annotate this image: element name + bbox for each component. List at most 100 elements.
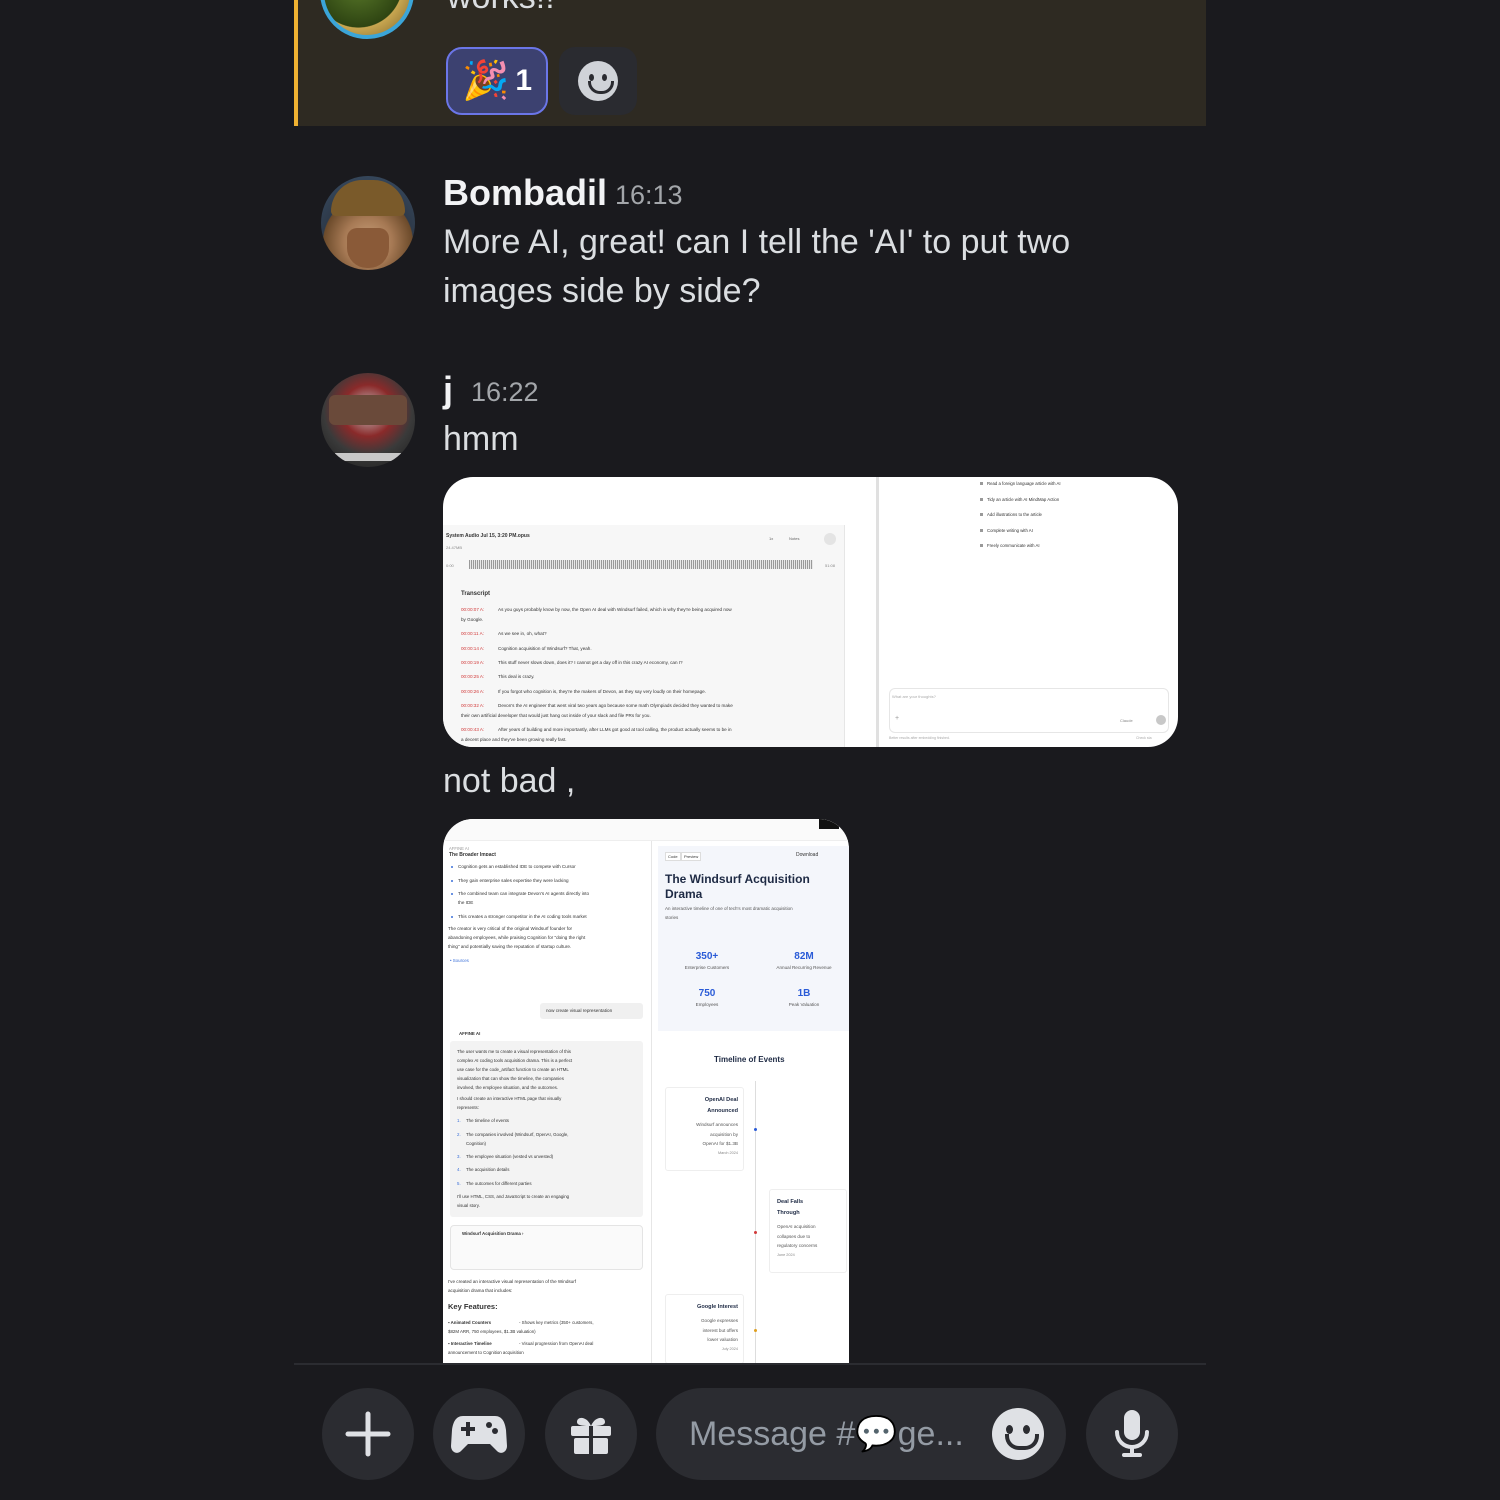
menu-item-icon (980, 482, 983, 485)
voice-message-button[interactable] (1086, 1388, 1178, 1480)
event-title: Google Interest (696, 1304, 738, 1310)
transcript-timestamp[interactable]: 00:00:19 A: (461, 660, 484, 665)
image-attachment-transcript[interactable]: System Audio Jul 15, 3:20 PM.opus 24.47M… (443, 477, 1178, 747)
play-icon[interactable] (824, 533, 836, 545)
event-date: March 2024 (717, 1150, 738, 1155)
add-reaction-icon (578, 61, 618, 101)
model-selector[interactable]: Claude (1120, 718, 1133, 723)
event-desc: regulatory concerns (777, 1243, 818, 1248)
bullet-dot (451, 893, 453, 895)
ai-menu-item[interactable]: Read a foreign language article with AI (987, 481, 1061, 486)
message-text-line: More AI, great! can I tell the 'AI' to p… (443, 223, 1071, 261)
feature-title: ▪ Animated Counters (448, 1320, 492, 1325)
waveform[interactable] (469, 560, 813, 569)
message-input[interactable]: Message #💬ge... (656, 1388, 1066, 1480)
list-number: 4. (457, 1167, 461, 1172)
message-timestamp: 16:13 (615, 180, 683, 210)
message-author[interactable]: j (443, 369, 453, 411)
avatar-j[interactable] (321, 373, 415, 467)
ai-label: AFFINE AI (459, 1031, 481, 1036)
event-desc: OpenAI for $1.3B (702, 1141, 739, 1146)
transcript-timestamp[interactable]: 00:00:32 A: (461, 703, 484, 708)
avatar[interactable] (320, 0, 414, 39)
reaction-count: 1 (515, 64, 532, 97)
end-time: 51:08 (825, 563, 836, 568)
timeline-title: Timeline of Events (714, 1055, 785, 1064)
activities-button[interactable] (433, 1388, 525, 1480)
event-desc: Windsurf announces (696, 1122, 738, 1127)
transcript-line: After years of building and more importa… (498, 727, 732, 733)
transcript-line: a decent place and they've been growing … (461, 737, 567, 743)
menu-item-icon (980, 544, 983, 547)
bullet-dot (451, 866, 453, 868)
sources-link[interactable]: • Sources (450, 958, 469, 963)
list-item: The companies involved (Windsurf, OpenAI… (466, 1132, 569, 1137)
ai-menu-item[interactable]: Complete writing with AI (987, 528, 1033, 533)
image-attachment-affine[interactable]: AFFINE AI The Broader Impact Cognition get… (443, 819, 849, 1364)
stat-label: Annual Recurring Revenue (776, 965, 832, 970)
event-desc: OpenAI acquisition (777, 1224, 816, 1229)
emoji-picker-icon[interactable] (992, 1408, 1044, 1460)
artifact-title[interactable]: Windsurf Acquisition Drama › (462, 1231, 524, 1236)
feature-title: ▪ Interactive Timeline (448, 1341, 492, 1346)
transcript-line: As you guys probably know by now, the Op… (498, 607, 732, 612)
transcript-timestamp[interactable]: 00:00:25 A: (461, 674, 484, 679)
tab-code[interactable]: Code (665, 852, 681, 861)
reaction-party-popper[interactable]: 🎉 1 (446, 47, 548, 115)
event-date: June 2024 (777, 1252, 795, 1257)
list-item: The employee situation (vested vs unvest… (466, 1154, 554, 1159)
stat-value: 350+ (695, 951, 719, 962)
gift-icon (571, 1417, 611, 1454)
stat-value: 82M (794, 951, 814, 962)
bullet-item: They gain enterprise sales expertise the… (458, 877, 569, 883)
panel-header: AFFINE AI (449, 846, 469, 851)
event-date: July 2024 (721, 1346, 738, 1351)
menu-item-icon (980, 528, 983, 532)
microphone-icon (1115, 1410, 1149, 1457)
gamepad-icon (451, 1416, 507, 1453)
party-popper-icon: 🎉 (461, 60, 510, 102)
transcript-heading[interactable]: Transcript (461, 591, 490, 597)
send-icon[interactable] (1156, 715, 1166, 725)
avatar-bombadil[interactable] (321, 176, 415, 270)
footer-note: Better results after embedding finished. (889, 736, 950, 740)
message-author[interactable]: Bombadil (443, 172, 607, 214)
event-title: OpenAI Deal (704, 1097, 738, 1103)
add-reaction-button[interactable] (559, 47, 637, 115)
chat-view: works!! 🎉 1 Bombadil 16:13 More AI, grea… (0, 0, 1500, 1500)
speed-label[interactable]: 1x (769, 536, 773, 541)
menu-item-icon (980, 513, 983, 516)
message-text: not bad , (443, 762, 576, 800)
gift-button[interactable] (545, 1388, 637, 1480)
preview-title: Drama (665, 887, 703, 901)
transcript-timestamp[interactable]: 00:00:26 A: (461, 689, 484, 694)
transcript-line: their own artificial developer that woul… (461, 712, 651, 718)
add-attachment-button[interactable] (322, 1388, 414, 1480)
key-features-heading: Key Features: (448, 1302, 498, 1311)
message-input-placeholder: Message #💬ge... (689, 1415, 964, 1453)
bullet-item: This creates a stronger competitor in th… (458, 913, 587, 919)
list-number: 3. (457, 1154, 461, 1159)
event-title: Announced (707, 1108, 738, 1114)
thinking-line: visualization that can show the timeline… (457, 1076, 564, 1081)
section-heading: The Broader Impact (449, 852, 496, 856)
file-size: 24.47MB (446, 545, 463, 550)
transcript-line: Cognition acquisition of Windsurf? That,… (498, 645, 592, 651)
transcript-timestamp[interactable]: 00:00:07 A: (461, 607, 484, 612)
transcript-timestamp[interactable]: 00:00:43 A: (461, 727, 484, 732)
menu-item-icon (980, 497, 983, 501)
ai-menu-item[interactable]: Add illustrations to the article (987, 512, 1042, 517)
tab-preview[interactable]: Preview (681, 852, 702, 861)
message-text: works!! (447, 0, 555, 17)
footer-link[interactable]: Check sta (1136, 736, 1152, 740)
notes-button[interactable]: Notes (789, 536, 799, 541)
paragraph-line: abandoning employees, while praising Cog… (448, 935, 586, 940)
ai-menu-item[interactable]: Tidy an article with AI MindMap Action (987, 497, 1059, 502)
download-button[interactable]: Download (796, 852, 818, 858)
plus-icon[interactable]: + (895, 715, 899, 722)
transcript-timestamp[interactable]: 00:00:11 A: (461, 631, 484, 636)
feature-desc: - Visual progression from OpenAI deal (519, 1341, 594, 1346)
ai-menu-item[interactable]: Freely communicate with AI (987, 543, 1040, 548)
transcript-timestamp[interactable]: 00:00:14 A: (461, 646, 484, 651)
stat-value: 1B (797, 988, 811, 999)
